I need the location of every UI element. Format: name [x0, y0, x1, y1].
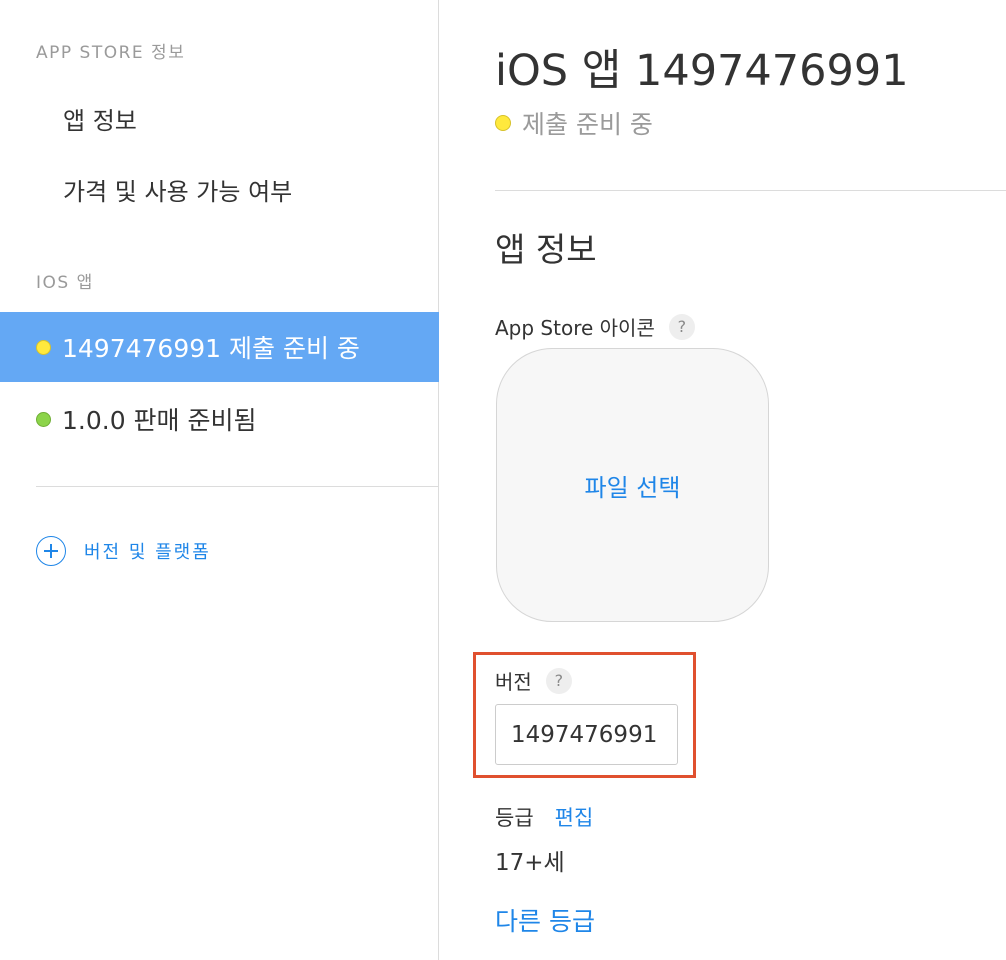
rating-row: 등급 편집 — [495, 802, 593, 832]
help-icon[interactable]: ? — [545, 667, 572, 694]
add-version-platform-label: 버전 및 플랫폼 — [84, 542, 211, 563]
status-text: 제출 준비 중 — [522, 110, 653, 139]
app-store-connect-page: APP STORE 정보 앱 정보 가격 및 사용 가능 여부 IOS 앱 14… — [0, 0, 1006, 960]
version-field-label: 버전 ? — [495, 666, 572, 695]
sidebar: APP STORE 정보 앱 정보 가격 및 사용 가능 여부 IOS 앱 14… — [0, 0, 439, 960]
header-divider — [495, 190, 1006, 191]
version-input[interactable] — [495, 704, 678, 765]
sidebar-divider — [36, 486, 439, 487]
section-title-app-info: 앱 정보 — [495, 230, 597, 269]
status-dot-icon — [495, 115, 511, 131]
rating-label: 등급 — [495, 806, 534, 830]
version-label: 1.0.0 판매 준비됨 — [62, 406, 257, 435]
status-badge: 제출 준비 중 — [495, 105, 653, 141]
add-version-platform-button[interactable]: 버전 및 플랫폼 — [36, 536, 211, 566]
app-store-icon-label-text: App Store 아이콘 — [495, 316, 655, 340]
version-label: 1497476991 제출 준비 중 — [62, 334, 360, 363]
ios-app-heading: IOS 앱 — [36, 273, 94, 293]
main-content: iOS 앱 1497476991 제출 준비 중 앱 정보 App Store … — [439, 0, 1006, 960]
app-store-info-heading: APP STORE 정보 — [36, 43, 186, 63]
app-store-icon-label: App Store 아이콘 ? — [495, 312, 695, 341]
status-dot-icon — [36, 339, 51, 355]
status-dot-icon — [36, 411, 51, 427]
sidebar-item-pricing-availability[interactable]: 가격 및 사용 가능 여부 — [63, 172, 292, 207]
sidebar-item-app-info[interactable]: 앱 정보 — [63, 101, 137, 136]
app-icon-upload-well[interactable]: 파일 선택 — [496, 348, 769, 622]
other-ratings-link[interactable]: 다른 등급 — [495, 902, 595, 938]
sidebar-item-version-1497476991[interactable]: 1497476991 제출 준비 중 — [0, 312, 439, 382]
plus-circle-icon — [36, 536, 66, 566]
choose-file-button[interactable]: 파일 선택 — [585, 468, 681, 503]
page-title: iOS 앱 1497476991 — [495, 46, 909, 96]
rating-value: 17+세 — [495, 850, 565, 876]
help-icon[interactable]: ? — [668, 313, 695, 340]
rating-edit-link[interactable]: 편집 — [555, 802, 594, 832]
version-label-text: 버전 — [495, 670, 532, 694]
sidebar-item-version-1-0-0[interactable]: 1.0.0 판매 준비됨 — [0, 384, 439, 454]
